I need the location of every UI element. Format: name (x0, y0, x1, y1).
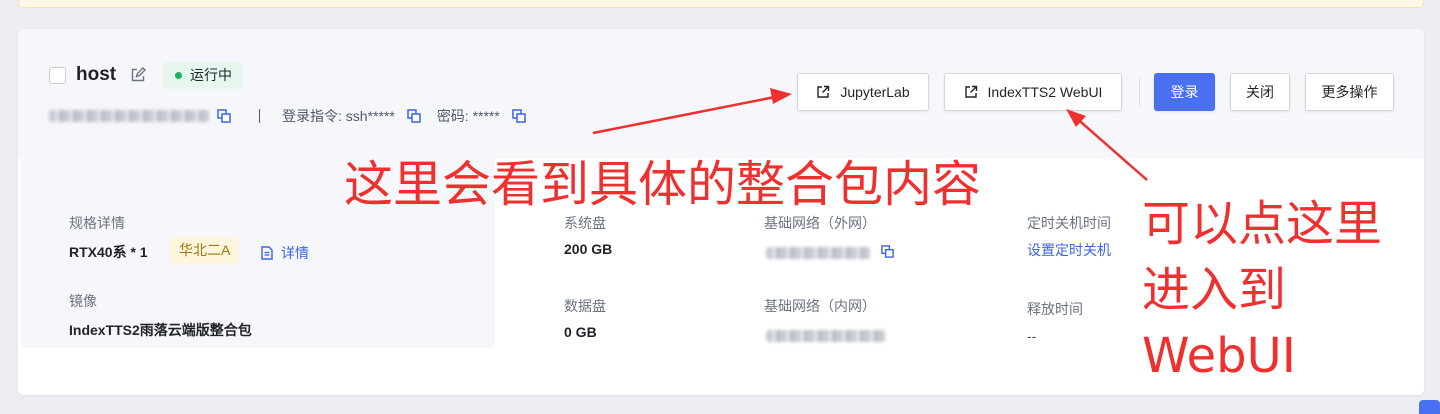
floating-corner-tab[interactable] (1419, 400, 1440, 414)
image-value: IndexTTS2雨落云端版整合包 (69, 322, 252, 338)
document-icon (261, 246, 273, 260)
annotation-right-2: 进入到 (1142, 262, 1287, 318)
webui-button[interactable]: IndexTTS2 WebUI (944, 73, 1122, 111)
jupyterlab-label: JupyterLab (840, 84, 910, 100)
instance-header: host 运行中 登录指令: ssh***** 密码: ***** Jupyte… (18, 29, 1424, 158)
data-disk-value: 0 GB (564, 324, 597, 340)
status-badge: 运行中 (163, 62, 243, 89)
internal-network-label: 基础网络（内网） (764, 298, 876, 314)
webui-label: IndexTTS2 WebUI (987, 84, 1103, 100)
annotation-middle: 这里会看到具体的整合包内容 (344, 156, 982, 213)
spec-label: 规格详情 (69, 215, 125, 231)
external-link-icon (964, 85, 977, 98)
top-notice-banner (18, 0, 1424, 8)
shutdown-label: 定时关机时间 (1027, 215, 1111, 231)
release-label: 释放时间 (1027, 301, 1083, 317)
copy-icon[interactable] (881, 245, 894, 258)
instance-name: host (76, 64, 117, 85)
action-divider (1139, 77, 1140, 107)
copy-icon[interactable] (512, 109, 526, 123)
instance-info-line: 登录指令: ssh***** 密码: ***** (49, 106, 526, 126)
release-value: -- (1027, 328, 1037, 344)
jupyterlab-button[interactable]: JupyterLab (797, 73, 929, 111)
detail-label: 详情 (281, 245, 309, 261)
system-disk-value: 200 GB (564, 241, 613, 257)
external-network-label: 基础网络（外网） (764, 215, 876, 231)
copy-icon[interactable] (407, 109, 421, 123)
set-shutdown-link[interactable]: 设置定时关机 (1027, 240, 1111, 260)
external-link-icon (817, 85, 830, 98)
spec-value: RTX40系 * 1 (69, 244, 148, 260)
password-text: 密码: ***** (436, 108, 500, 124)
edit-icon[interactable] (130, 67, 146, 83)
close-button[interactable]: 关闭 (1230, 73, 1290, 111)
external-ip-redacted (766, 247, 870, 259)
detail-link[interactable]: 详情 (261, 243, 309, 263)
info-separator (259, 109, 260, 123)
system-disk-label: 系统盘 (564, 215, 606, 231)
more-actions-button[interactable]: 更多操作 (1305, 73, 1394, 111)
annotation-right-1: 可以点这里 (1142, 196, 1383, 252)
login-command: 登录指令: ssh***** (282, 108, 395, 124)
instance-select-checkbox[interactable] (49, 67, 66, 84)
annotation-right-3: WebUI (1142, 328, 1296, 384)
internal-ip-redacted (766, 330, 886, 342)
status-text: 运行中 (190, 67, 232, 83)
login-button[interactable]: 登录 (1154, 73, 1215, 111)
image-label: 镜像 (69, 293, 97, 309)
region-badge: 华北二A (170, 237, 240, 264)
copy-icon[interactable] (217, 109, 231, 123)
status-dot-icon (175, 72, 182, 79)
instance-id-redacted (49, 110, 209, 122)
data-disk-label: 数据盘 (564, 298, 606, 314)
